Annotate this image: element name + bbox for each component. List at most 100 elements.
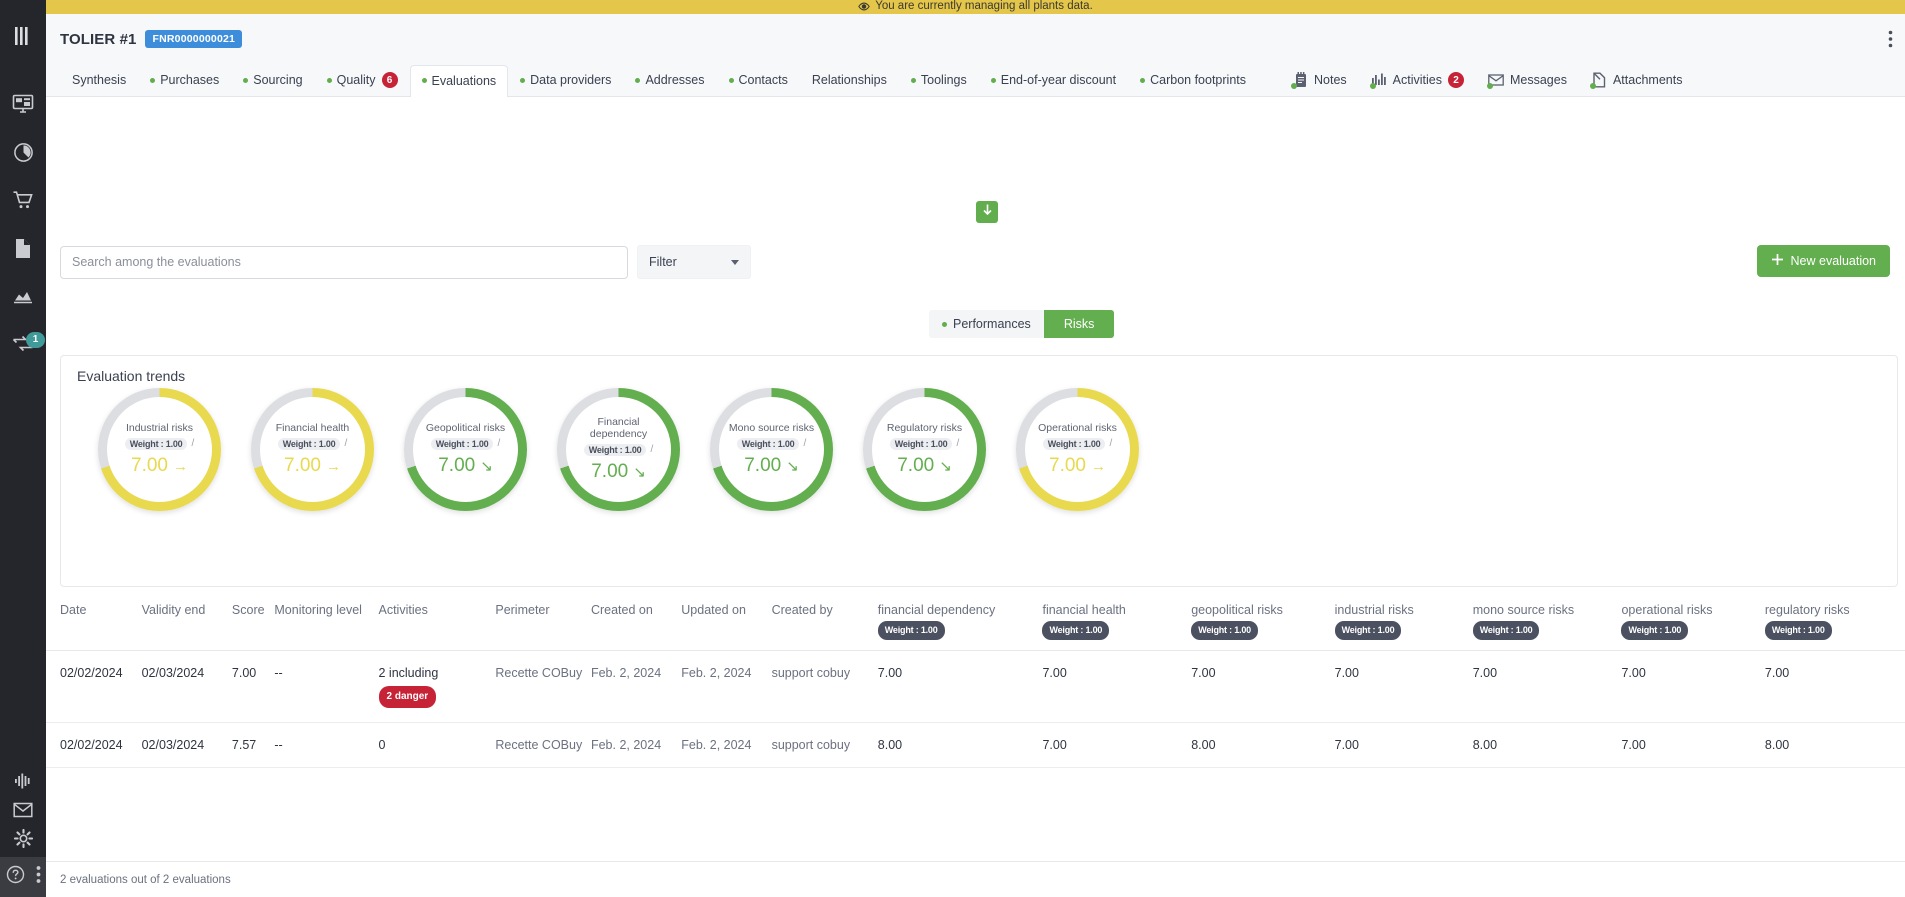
col-geopolitical-risks[interactable]: geopolitical risks Weight : 1.00 [1191,597,1334,651]
gauge-weight-badge: Weight : 1.00 [277,438,341,450]
gauge-slot: Regulatory risks Weight : 1.00/ 7.00 ↘ [848,388,1001,511]
page-icon[interactable] [0,224,46,272]
cell-validity-end: 02/03/2024 [141,666,205,680]
gauge-label: Financial dependency [589,416,648,440]
tab-label: Activities [1392,73,1442,87]
col-financial-health[interactable]: financial health Weight : 1.00 [1042,597,1191,651]
banner-text: You are currently managing all plants da… [875,0,1093,12]
bars-icon[interactable] [0,14,46,58]
more-vertical-icon[interactable] [1888,30,1893,53]
col-industrial-risks[interactable]: industrial risks Weight : 1.00 [1334,597,1473,651]
plants-data-banner: You are currently managing all plants da… [46,0,1905,14]
cart-icon[interactable] [0,176,46,224]
status-dot-icon [990,77,996,83]
tab-end-of-year-discount[interactable]: End-of-year discount [979,65,1128,96]
col-regulatory-risks[interactable]: regulatory risks Weight : 1.00 [1764,597,1905,651]
gauge-separator: / [191,437,195,449]
collapse-panel-button[interactable] [976,201,998,223]
tab-attachments[interactable]: Attachments [1579,65,1694,96]
col-score[interactable]: Score [232,597,274,651]
cell-date: 02/02/2024 [60,666,123,680]
col-operational-risks[interactable]: operational risks Weight : 1.00 [1621,597,1764,651]
question-circle-icon[interactable] [6,865,25,889]
gauge-slot: Operational risks Weight : 1.00/ 7.00 → [1001,388,1154,511]
dots-vertical-icon[interactable] [36,865,41,889]
cell-created-by: support cobuy [771,666,851,680]
col-monitoring-level[interactable]: Monitoring level [274,597,378,651]
col-created-on[interactable]: Created on [591,597,681,651]
gauge-label: Industrial risks [125,422,194,434]
cell-regulatory-risks: 8.00 [1764,738,1790,752]
tab-label: Synthesis [72,73,127,87]
gauge-score: 7.00 [131,455,168,476]
col-created-by[interactable]: Created by [772,597,878,651]
tab-messages[interactable]: Messages [1476,65,1579,96]
cell-perimeter: Recette COBuy [495,666,583,680]
tab-label: Quality [336,73,376,87]
gauge-1[interactable]: Financial health Weight : 1.00/ 7.00 → [251,388,374,511]
gauge-weight-badge: Weight : 1.00 [736,438,800,450]
cell-perimeter: Recette COBuy [495,738,583,752]
gauge-2[interactable]: Geopolitical risks Weight : 1.00/ 7.00 ↘ [404,388,527,511]
segment-performances[interactable]: Performances [929,310,1044,338]
gauge-6[interactable]: Operational risks Weight : 1.00/ 7.00 → [1016,388,1139,511]
tab-label: Contacts [738,73,788,87]
col-activities[interactable]: Activities [379,597,496,651]
gauge-separator: / [497,437,501,449]
tab-label: Toolings [920,73,967,87]
tab-activities[interactable]: Activities 2 [1359,65,1476,96]
filter-label: Filter [649,255,677,269]
tab-label: Messages [1509,73,1567,87]
tab-purchases[interactable]: Purchases [138,65,231,96]
tab-contacts[interactable]: Contacts [717,65,800,96]
col-validity-end[interactable]: Validity end [142,597,232,651]
eye-icon [858,2,870,11]
table-body: 02/02/2024 02/03/2024 7.00 -- 2 including 2 d… [46,651,1905,768]
gauge-icon[interactable] [0,128,46,176]
tab-evaluations[interactable]: Evaluations [409,65,509,97]
tab-notes[interactable]: Notes [1280,65,1359,96]
results-footer: 2 evaluations out of 2 evaluations [46,861,1905,897]
segment-risks[interactable]: Risks [1043,310,1115,338]
table-row[interactable]: 02/02/2024 02/03/2024 7.57 -- 0 Recette COBuy… [46,723,1905,768]
cell-financial-health: 7.00 [1042,738,1067,752]
chart-icon[interactable] [0,272,46,320]
gauge-5[interactable]: Regulatory risks Weight : 1.00/ 7.00 ↘ [863,388,986,511]
col-date[interactable]: Date [46,597,142,651]
tab-label: End-of-year discount [1000,73,1117,87]
gear-icon[interactable] [0,824,46,853]
gauge-weight-badge: Weight : 1.00 [124,438,188,450]
gauge-4[interactable]: Mono source risks Weight : 1.00/ 7.00 ↘ [710,388,833,511]
search-input[interactable] [60,245,628,279]
col-perimeter[interactable]: Perimeter [495,597,591,651]
tab-addresses[interactable]: Addresses [623,65,716,96]
cell-regulatory-risks: 7.00 [1764,666,1790,680]
cell-mono-source-risks: 8.00 [1472,738,1498,752]
new-evaluation-button[interactable]: New evaluation [1756,245,1890,277]
envelope-icon[interactable] [0,795,46,824]
rail-badge-count: 1 [26,332,45,348]
monitor-icon[interactable] [0,80,46,128]
filter-dropdown[interactable]: Filter [637,245,751,279]
tab-quality[interactable]: Quality 6 [315,65,410,96]
gauge-trend-arrow-down-icon: ↘ [633,463,646,481]
tab-toolings[interactable]: Toolings [899,65,979,96]
col-updated-on[interactable]: Updated on [681,597,771,651]
weight-badge: Weight : 1.00 [1042,621,1110,640]
tab-data-providers[interactable]: Data providers [508,65,623,96]
tab-carbon-footprints[interactable]: Carbon footprints [1128,65,1258,96]
waveform-icon[interactable] [0,766,46,795]
transfer-icon[interactable]: 1 [0,320,46,368]
tab-label: Attachments [1612,73,1683,87]
tab-relationships[interactable]: Relationships [800,65,899,96]
gauge-3[interactable]: Financial dependency Weight : 1.00/ 7.00 ↘ [557,388,680,511]
status-dot-icon [421,78,427,83]
tab-synthesis[interactable]: Synthesis [60,65,138,96]
col-financial-dependency[interactable]: financial dependency Weight : 1.00 [877,597,1043,651]
tab-sourcing[interactable]: Sourcing [231,65,314,96]
gauge-score: 7.00 [438,455,476,476]
col-mono-source-risks[interactable]: mono source risks Weight : 1.00 [1472,597,1622,651]
table-row[interactable]: 02/02/2024 02/03/2024 7.00 -- 2 including 2 d… [46,651,1905,723]
gauge-0[interactable]: Industrial risks Weight : 1.00/ 7.00 → [98,388,221,511]
weight-badge: Weight : 1.00 [1191,621,1258,640]
